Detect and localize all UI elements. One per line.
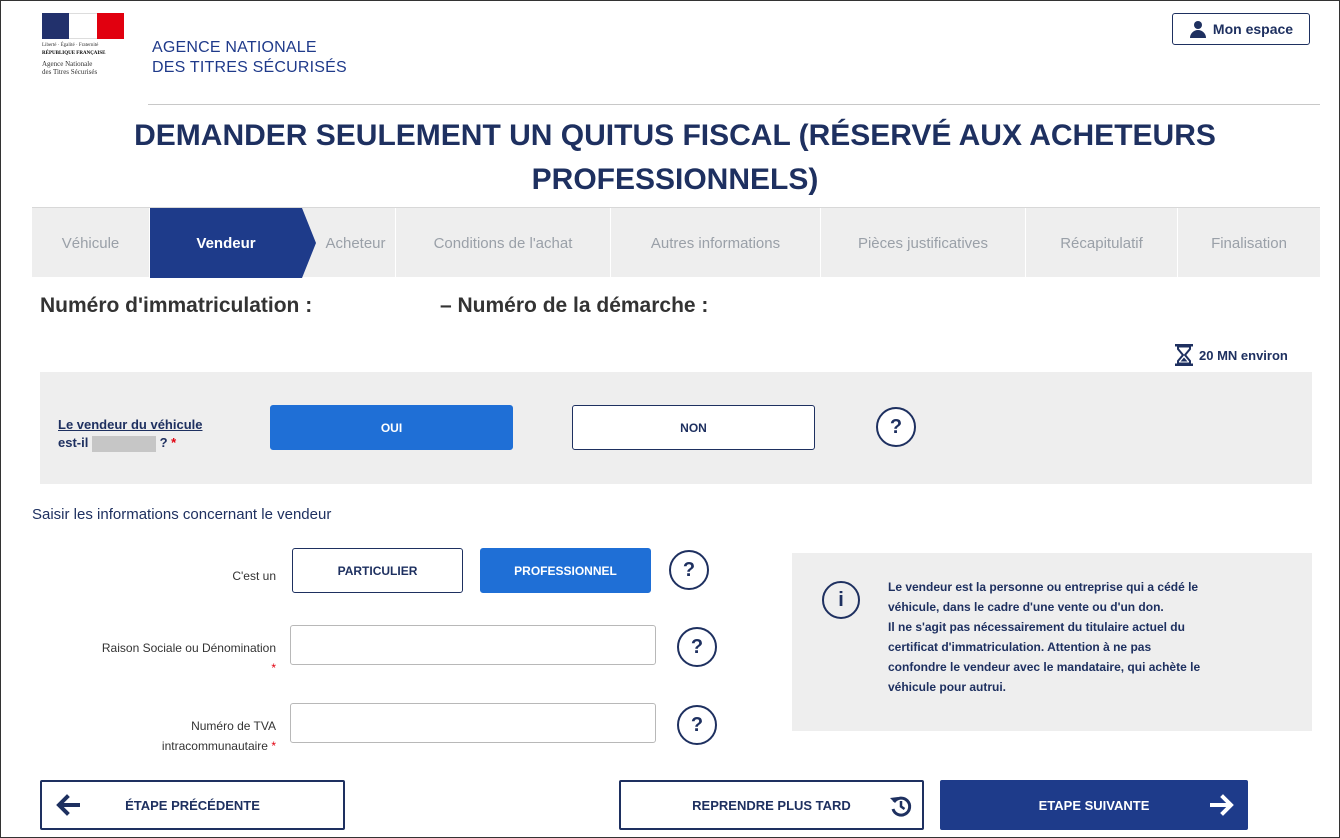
vat-label-line2: intracommunautaire (161, 739, 268, 753)
company-name-input[interactable] (290, 625, 656, 665)
required-marker: * (171, 435, 177, 450)
next-step-button[interactable]: ETAPE SUIVANTE (940, 780, 1248, 830)
resume-later-label: REPRENDRE PLUS TARD (692, 797, 851, 813)
user-icon (1189, 20, 1207, 38)
flag-icon (42, 13, 124, 39)
company-name-label: Raison Sociale ou Dénomination * (40, 638, 276, 678)
logo-agency-line2: des Titres Sécurisés (42, 68, 98, 76)
arrow-left-icon (56, 794, 80, 816)
info-line: Il ne s'agit pas nécessairement du titul… (888, 620, 1185, 634)
page-title: DEMANDER SEULEMENT UN QUITUS FISCAL (RÉS… (110, 114, 1240, 202)
step-finalisation: Finalisation (1178, 208, 1320, 278)
step-label: Pièces justificatives (857, 234, 989, 252)
step-label: Acheteur (325, 234, 386, 252)
info-line: certificat d'immatriculation. Attention … (888, 640, 1152, 654)
account-button[interactable]: Mon espace (1172, 13, 1310, 45)
vat-label-line1: Numéro de TVA (191, 719, 276, 733)
step-label: Finalisation (1211, 234, 1287, 252)
previous-step-label: ÉTAPE PRÉCÉDENTE (125, 797, 260, 813)
next-step-label: ETAPE SUIVANTE (1038, 797, 1150, 813)
help-icon[interactable]: ? (876, 407, 916, 447)
estimated-duration: 20 MN environ (1173, 343, 1288, 367)
resume-later-button[interactable]: REPRENDRE PLUS TARD (619, 780, 924, 830)
step-autres-informations: Autres informations (611, 208, 821, 278)
required-marker: * (271, 661, 276, 675)
header-divider (148, 104, 1320, 105)
step-label: Conditions de l'achat (433, 234, 573, 252)
logo-agency: Agence Nationale des Titres Sécurisés (42, 60, 97, 76)
agency-name[interactable]: AGENCE NATIONALE DES TITRES SÉCURISÉS (152, 38, 347, 78)
step-vehicule: Véhicule (32, 208, 150, 278)
required-marker: * (271, 739, 276, 753)
seller-question-label: Le vendeur du véhicule est-il ? * (58, 416, 203, 452)
duration-text: 20 MN environ (1199, 347, 1288, 363)
info-line: Le vendeur est la personne ou entreprise… (888, 580, 1199, 594)
step-label: Véhicule (61, 234, 120, 252)
seller-question-line2: est-il ? * (58, 434, 203, 452)
section-title: Saisir les informations concernant le ve… (32, 506, 332, 523)
step-acheteur: Acheteur (302, 208, 396, 278)
professionnel-button[interactable]: PROFESSIONNEL (480, 548, 651, 593)
history-icon (890, 796, 912, 817)
help-icon[interactable]: ? (677, 627, 717, 667)
progress-stepper: Véhicule Vendeur Acheteur Conditions de … (32, 207, 1320, 278)
hourglass-icon (1175, 344, 1193, 366)
step-recapitulatif: Récapitulatif (1026, 208, 1178, 278)
info-line: confondre le vendeur avec le mandataire,… (888, 660, 1201, 674)
procedure-number-label: – Numéro de la démarche : (440, 294, 709, 317)
step-label: Vendeur (196, 234, 256, 252)
seller-question-prefix: est-il (58, 435, 89, 450)
page-title-line1: DEMANDER SEULEMENT UN QUITUS FISCAL (RÉS… (134, 119, 1216, 152)
logo-motto: Liberté · Égalité · Fraternité (42, 43, 99, 48)
company-name-label-text: Raison Sociale ou Dénomination (101, 641, 276, 655)
agency-name-line1: AGENCE NATIONALE (152, 39, 317, 56)
agency-name-line2: DES TITRES SÉCURISÉS (152, 59, 347, 76)
logo-agency-line1: Agence Nationale (42, 60, 93, 68)
vat-number-label: Numéro de TVA intracommunautaire * (40, 716, 276, 756)
info-icon: i (822, 581, 860, 619)
previous-step-button[interactable]: ÉTAPE PRÉCÉDENTE (40, 780, 345, 830)
vat-label-line2-wrap: intracommunautaire * (40, 736, 276, 756)
seller-question-panel: Le vendeur du véhicule est-il ? * OUI NO… (40, 372, 1312, 484)
arrow-right-icon (1210, 794, 1234, 816)
page-title-line2: PROFESSIONNELS) (531, 163, 819, 196)
step-label: Autres informations (650, 234, 781, 252)
redacted-text (91, 435, 156, 452)
particulier-button[interactable]: PARTICULIER (292, 548, 463, 593)
account-button-label: Mon espace (1212, 21, 1294, 37)
help-icon[interactable]: ? (669, 550, 709, 590)
info-line: véhicule pour autrui. (888, 680, 1007, 694)
yes-button[interactable]: OUI (270, 405, 513, 450)
vat-number-input[interactable] (290, 703, 656, 743)
step-conditions: Conditions de l'achat (396, 208, 611, 278)
help-icon[interactable]: ? (677, 705, 717, 745)
info-text: Le vendeur est la personne ou entreprise… (888, 577, 1298, 697)
marianne-logo[interactable]: Liberté · Égalité · Fraternité RÉPUBLIQU… (42, 13, 126, 91)
no-button[interactable]: NON (572, 405, 815, 450)
seller-question-line1: Le vendeur du véhicule (58, 417, 203, 432)
seller-question-suffix: ? (159, 435, 168, 450)
step-pieces-justificatives: Pièces justificatives (821, 208, 1026, 278)
registration-number-label: Numéro d'immatriculation : (40, 294, 313, 317)
step-vendeur: Vendeur (150, 208, 302, 278)
seller-info-box: i Le vendeur est la personne ou entrepri… (792, 553, 1312, 731)
info-line: véhicule, dans le cadre d'une vente ou d… (888, 600, 1164, 614)
seller-type-label: C'est un (232, 569, 276, 583)
logo-republic: RÉPUBLIQUE FRANÇAISE (42, 51, 106, 56)
step-label: Récapitulatif (1060, 234, 1143, 252)
